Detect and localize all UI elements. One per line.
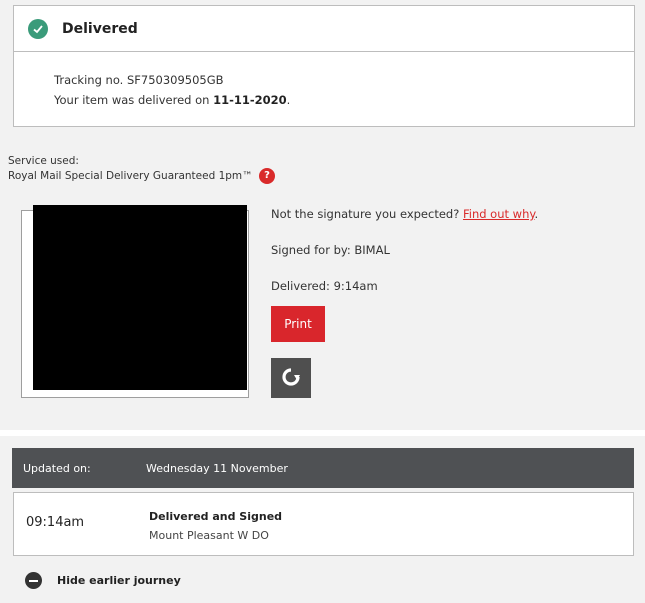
signature-question: Not the signature you expected? Find out… <box>271 207 538 243</box>
print-button[interactable]: Print <box>271 306 325 342</box>
service-label: Service used: <box>8 155 79 167</box>
tracking-number: SF750309505GB <box>126 73 224 87</box>
hide-journey-toggle[interactable]: Hide earlier journey <box>25 572 181 589</box>
status-header: Delivered <box>14 6 634 52</box>
delivered-prefix: Your item was delivered on <box>54 93 214 107</box>
rotate-icon <box>279 365 303 392</box>
service-name-line: Royal Mail Special Delivery Guaranteed 1… <box>8 168 275 184</box>
event-title: Delivered and Signed <box>149 510 283 523</box>
delivered-date: 11-11-2020 <box>213 93 287 107</box>
minus-circle-icon <box>25 572 42 589</box>
delivered-suffix: . <box>286 93 291 107</box>
updated-bar: Updated on: Wednesday 11 November <box>12 448 634 488</box>
check-circle-icon <box>28 18 48 39</box>
delivered-line: Your item was delivered on 11-11-2020. <box>54 90 634 110</box>
signature-question-text: Not the signature you expected? <box>271 207 463 221</box>
signature-question-suffix: . <box>534 207 539 221</box>
signature-image <box>33 205 247 390</box>
event-time: 09:14am <box>26 515 85 530</box>
status-card: Delivered Tracking no. SF750309505GB You… <box>13 5 635 127</box>
updated-value: Wednesday 11 November <box>146 461 288 475</box>
find-out-why-link[interactable]: Find out why <box>463 207 535 221</box>
hide-journey-label: Hide earlier journey <box>57 574 181 587</box>
event-location: Mount Pleasant W DO <box>149 529 269 542</box>
status-body: Tracking no. SF750309505GB Your item was… <box>14 52 634 110</box>
rotate-button[interactable] <box>271 358 311 398</box>
question-circle-icon[interactable]: ? <box>259 168 275 184</box>
signed-for: Signed for by: BIMAL <box>271 243 390 257</box>
section-divider <box>0 430 645 436</box>
service-info: Service used: Royal Mail Special Deliver… <box>8 154 275 184</box>
tracking-event: 09:14am Delivered and Signed Mount Pleas… <box>13 492 634 556</box>
status-title: Delivered <box>62 20 138 37</box>
service-name: Royal Mail Special Delivery Guaranteed 1… <box>8 170 253 182</box>
updated-label: Updated on: <box>23 461 91 475</box>
tracking-line: Tracking no. SF750309505GB <box>54 70 634 90</box>
tracking-label: Tracking no. <box>54 73 127 87</box>
signature-details: Not the signature you expected? Find out… <box>271 207 538 315</box>
